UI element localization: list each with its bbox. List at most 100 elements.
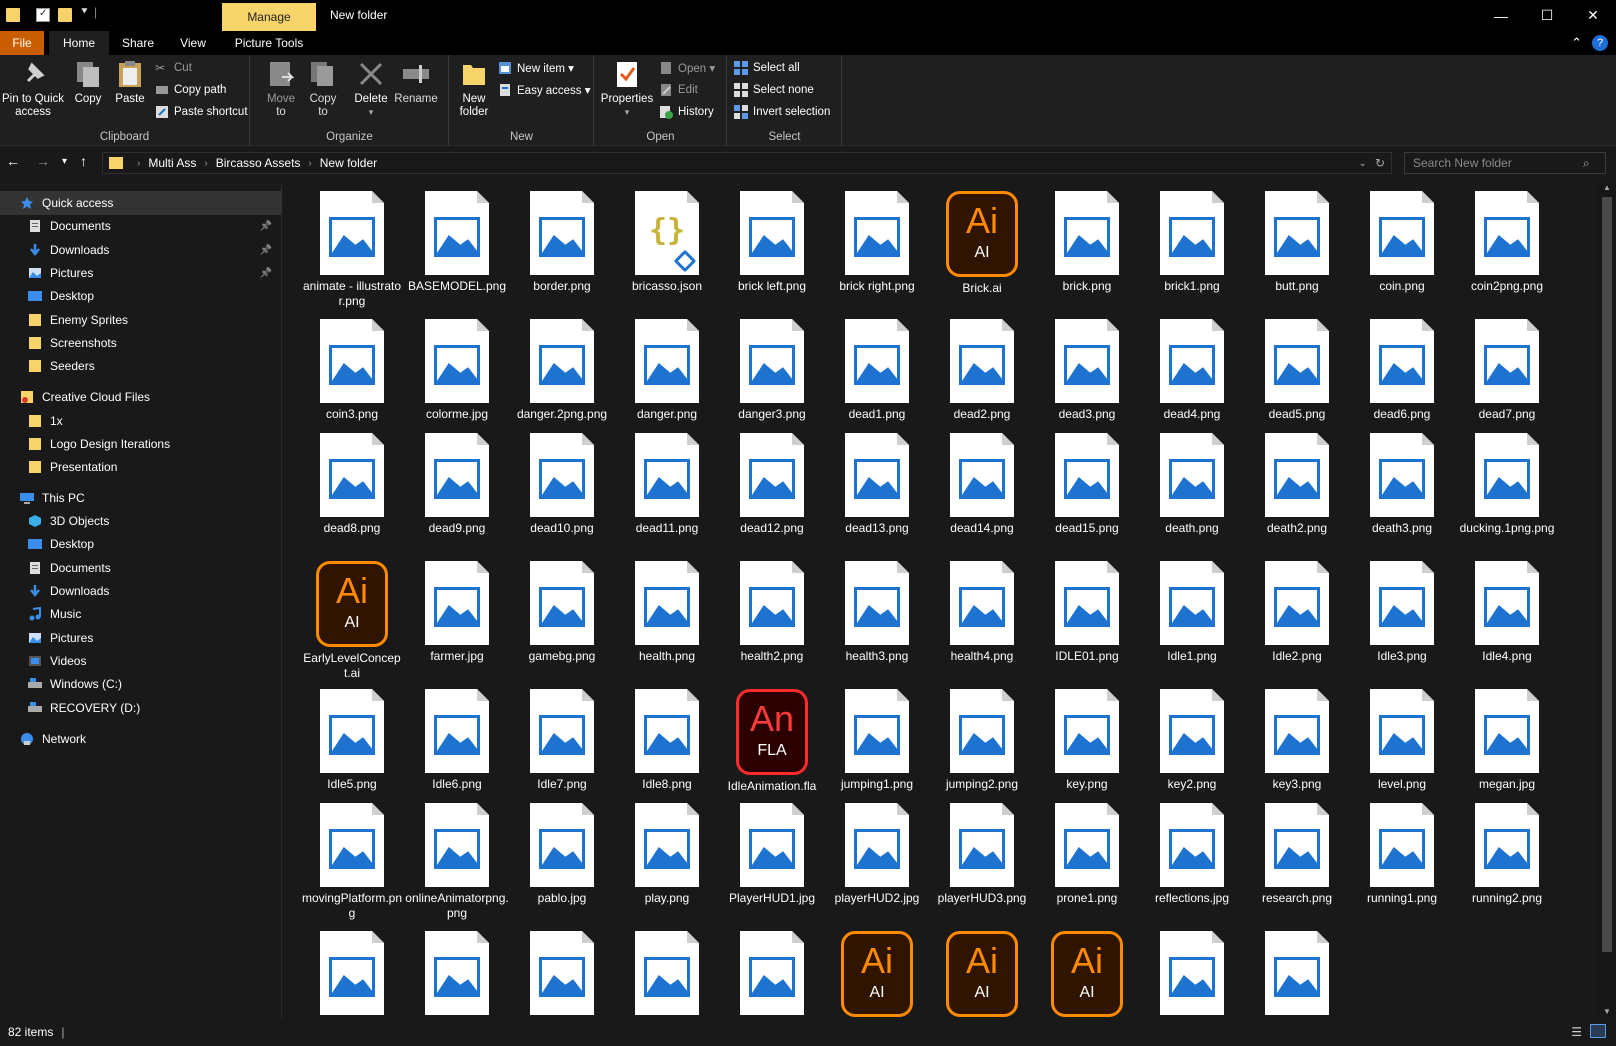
open-button[interactable]: Open ▾ bbox=[659, 61, 715, 75]
collapse-ribbon-icon[interactable]: ⌃ bbox=[1571, 35, 1582, 51]
file-item[interactable]: farmer.jpg bbox=[407, 561, 507, 664]
paste-button[interactable]: Paste bbox=[112, 59, 148, 106]
file-item[interactable]: border.png bbox=[512, 191, 612, 294]
sidebar-item-3[interactable]: Pictures 📌 bbox=[0, 261, 282, 285]
sidebar-item-1[interactable]: Documents 📌 bbox=[0, 214, 282, 238]
file-item[interactable]: death3.png bbox=[1352, 433, 1452, 536]
file-item[interactable]: dead13.png bbox=[827, 433, 927, 536]
move-to-button[interactable]: Move to bbox=[261, 59, 301, 119]
file-item[interactable]: death.png bbox=[1142, 433, 1242, 536]
file-item[interactable]: brick left.png bbox=[722, 191, 822, 294]
file-item[interactable] bbox=[407, 931, 507, 1015]
file-item[interactable]: ducking.1png.png bbox=[1457, 433, 1557, 536]
sidebar-item-21[interactable]: RECOVERY (D:) bbox=[0, 696, 282, 720]
file-item[interactable]: research.png bbox=[1247, 803, 1347, 906]
sidebar-item-19[interactable]: Videos bbox=[0, 649, 282, 673]
details-view-icon[interactable]: ☰ bbox=[1571, 1025, 1582, 1039]
sidebar-item-5[interactable]: Enemy Sprites bbox=[0, 308, 282, 332]
file-item[interactable]: dead5.png bbox=[1247, 319, 1347, 422]
file-item[interactable]: movingPlatform.png bbox=[302, 803, 402, 921]
new-item-button[interactable]: New item ▾ bbox=[498, 61, 574, 75]
address-bar[interactable]: › Multi Ass › Bircasso Assets › New fold… bbox=[102, 152, 1392, 174]
file-item[interactable]: BASEMODEL.png bbox=[407, 191, 507, 294]
file-item[interactable]: jumping1.png bbox=[827, 689, 927, 792]
tab-view[interactable]: View bbox=[173, 31, 213, 55]
file-item[interactable]: jumping2.png bbox=[932, 689, 1032, 792]
file-item[interactable]: Idle1.png bbox=[1142, 561, 1242, 664]
sidebar-item-9[interactable]: 1x bbox=[0, 409, 282, 433]
forward-arrow-icon[interactable]: → bbox=[36, 153, 50, 169]
file-item[interactable]: running2.png bbox=[1457, 803, 1557, 906]
file-item[interactable]: dead1.png bbox=[827, 319, 927, 422]
history-button[interactable]: History bbox=[659, 105, 714, 119]
file-item[interactable]: coin2png.png bbox=[1457, 191, 1557, 294]
file-item[interactable]: Idle7.png bbox=[512, 689, 612, 792]
file-item[interactable]: dead11.png bbox=[617, 433, 717, 536]
rename-button[interactable]: Rename bbox=[391, 59, 441, 106]
sidebar-item-0[interactable]: Quick access bbox=[0, 191, 282, 215]
file-item[interactable]: level.png bbox=[1352, 689, 1452, 792]
file-item[interactable]: death2.png bbox=[1247, 433, 1347, 536]
help-icon[interactable]: ? bbox=[1592, 35, 1608, 51]
pin-to-quick-access-button[interactable]: Pin to Quick access bbox=[2, 59, 64, 119]
file-item[interactable] bbox=[722, 931, 822, 1015]
up-arrow-icon[interactable]: ↑ bbox=[80, 153, 87, 169]
file-item[interactable]: health4.png bbox=[932, 561, 1032, 664]
copy-path-button[interactable]: Copy path bbox=[155, 83, 226, 97]
file-item[interactable]: Idle8.png bbox=[617, 689, 717, 792]
minimize-button[interactable]: — bbox=[1478, 0, 1524, 31]
customize-quick-access-icon[interactable]: ⯆ bbox=[80, 6, 89, 19]
file-item[interactable]: colorme.jpg bbox=[407, 319, 507, 422]
sidebar-item-12[interactable]: This PC bbox=[0, 486, 282, 510]
tab-picture-tools[interactable]: Picture Tools bbox=[230, 31, 308, 55]
sidebar-item-11[interactable]: Presentation bbox=[0, 455, 282, 479]
sidebar-item-18[interactable]: Pictures bbox=[0, 626, 282, 650]
file-item[interactable]: dead6.png bbox=[1352, 319, 1452, 422]
sidebar-item-10[interactable]: Logo Design Iterations bbox=[0, 432, 282, 456]
sidebar-item-6[interactable]: Screenshots bbox=[0, 331, 282, 355]
sidebar-item-13[interactable]: 3D Objects bbox=[0, 509, 282, 533]
scroll-thumb[interactable] bbox=[1602, 197, 1612, 952]
sidebar-item-8[interactable]: Creative Cloud Files bbox=[0, 385, 282, 409]
sidebar-item-14[interactable]: Desktop bbox=[0, 532, 282, 556]
vertical-scrollbar[interactable]: ▲ ▼ bbox=[1598, 183, 1616, 1018]
back-arrow-icon[interactable]: ← bbox=[6, 153, 20, 169]
file-item[interactable]: onlineAnimatorpng.png bbox=[405, 803, 509, 921]
copy-to-button[interactable]: Copy to bbox=[303, 59, 343, 119]
pin-icon[interactable]: 📌 bbox=[260, 245, 272, 256]
file-item[interactable]: Idle5.png bbox=[302, 689, 402, 792]
file-item[interactable]: playerHUD2.jpg bbox=[827, 803, 927, 906]
file-item[interactable]: gamebg.png bbox=[512, 561, 612, 664]
delete-button[interactable]: Delete ▾ bbox=[349, 59, 393, 119]
sidebar-item-4[interactable]: Desktop bbox=[0, 284, 282, 308]
manage-tab[interactable]: Manage bbox=[222, 3, 316, 31]
large-icons-view-icon[interactable] bbox=[1590, 1024, 1606, 1038]
scroll-up-icon[interactable]: ▲ bbox=[1603, 183, 1611, 192]
select-none-button[interactable]: Select none bbox=[734, 83, 814, 97]
file-item[interactable]: brick.png bbox=[1037, 191, 1137, 294]
sidebar-item-20[interactable]: Windows (C:) bbox=[0, 672, 282, 696]
file-item[interactable]: IDLE01.png bbox=[1037, 561, 1137, 664]
file-item[interactable]: coin.png bbox=[1352, 191, 1452, 294]
file-item[interactable]: megan.jpg bbox=[1457, 689, 1557, 792]
breadcrumb-bircasso-assets[interactable]: Bircasso Assets bbox=[216, 156, 301, 170]
file-item[interactable]: danger3.png bbox=[722, 319, 822, 422]
file-item[interactable]: reflections.jpg bbox=[1142, 803, 1242, 906]
file-item[interactable] bbox=[512, 931, 612, 1015]
file-item[interactable]: key2.png bbox=[1142, 689, 1242, 792]
tab-share[interactable]: Share bbox=[118, 31, 158, 55]
properties-dropdown-icon[interactable]: ▾ bbox=[625, 106, 630, 119]
easy-access-button[interactable]: Easy access ▾ bbox=[498, 83, 591, 97]
file-item[interactable]: Idle2.png bbox=[1247, 561, 1347, 664]
file-item[interactable]: animate - illustrator.png bbox=[302, 191, 402, 309]
file-item[interactable]: playerHUD3.png bbox=[932, 803, 1032, 906]
sidebar-item-2[interactable]: Downloads 📌 bbox=[0, 238, 282, 262]
file-item[interactable]: Ai AI EarlyLevelConcept.ai bbox=[302, 561, 402, 681]
file-item[interactable]: play.png bbox=[617, 803, 717, 906]
file-item[interactable]: PlayerHUD1.jpg bbox=[722, 803, 822, 906]
file-item[interactable]: prone1.png bbox=[1037, 803, 1137, 906]
file-item[interactable] bbox=[302, 931, 402, 1015]
scroll-down-icon[interactable]: ▼ bbox=[1603, 1007, 1611, 1016]
file-item[interactable]: running1.png bbox=[1352, 803, 1452, 906]
file-item[interactable]: dead9.png bbox=[407, 433, 507, 536]
